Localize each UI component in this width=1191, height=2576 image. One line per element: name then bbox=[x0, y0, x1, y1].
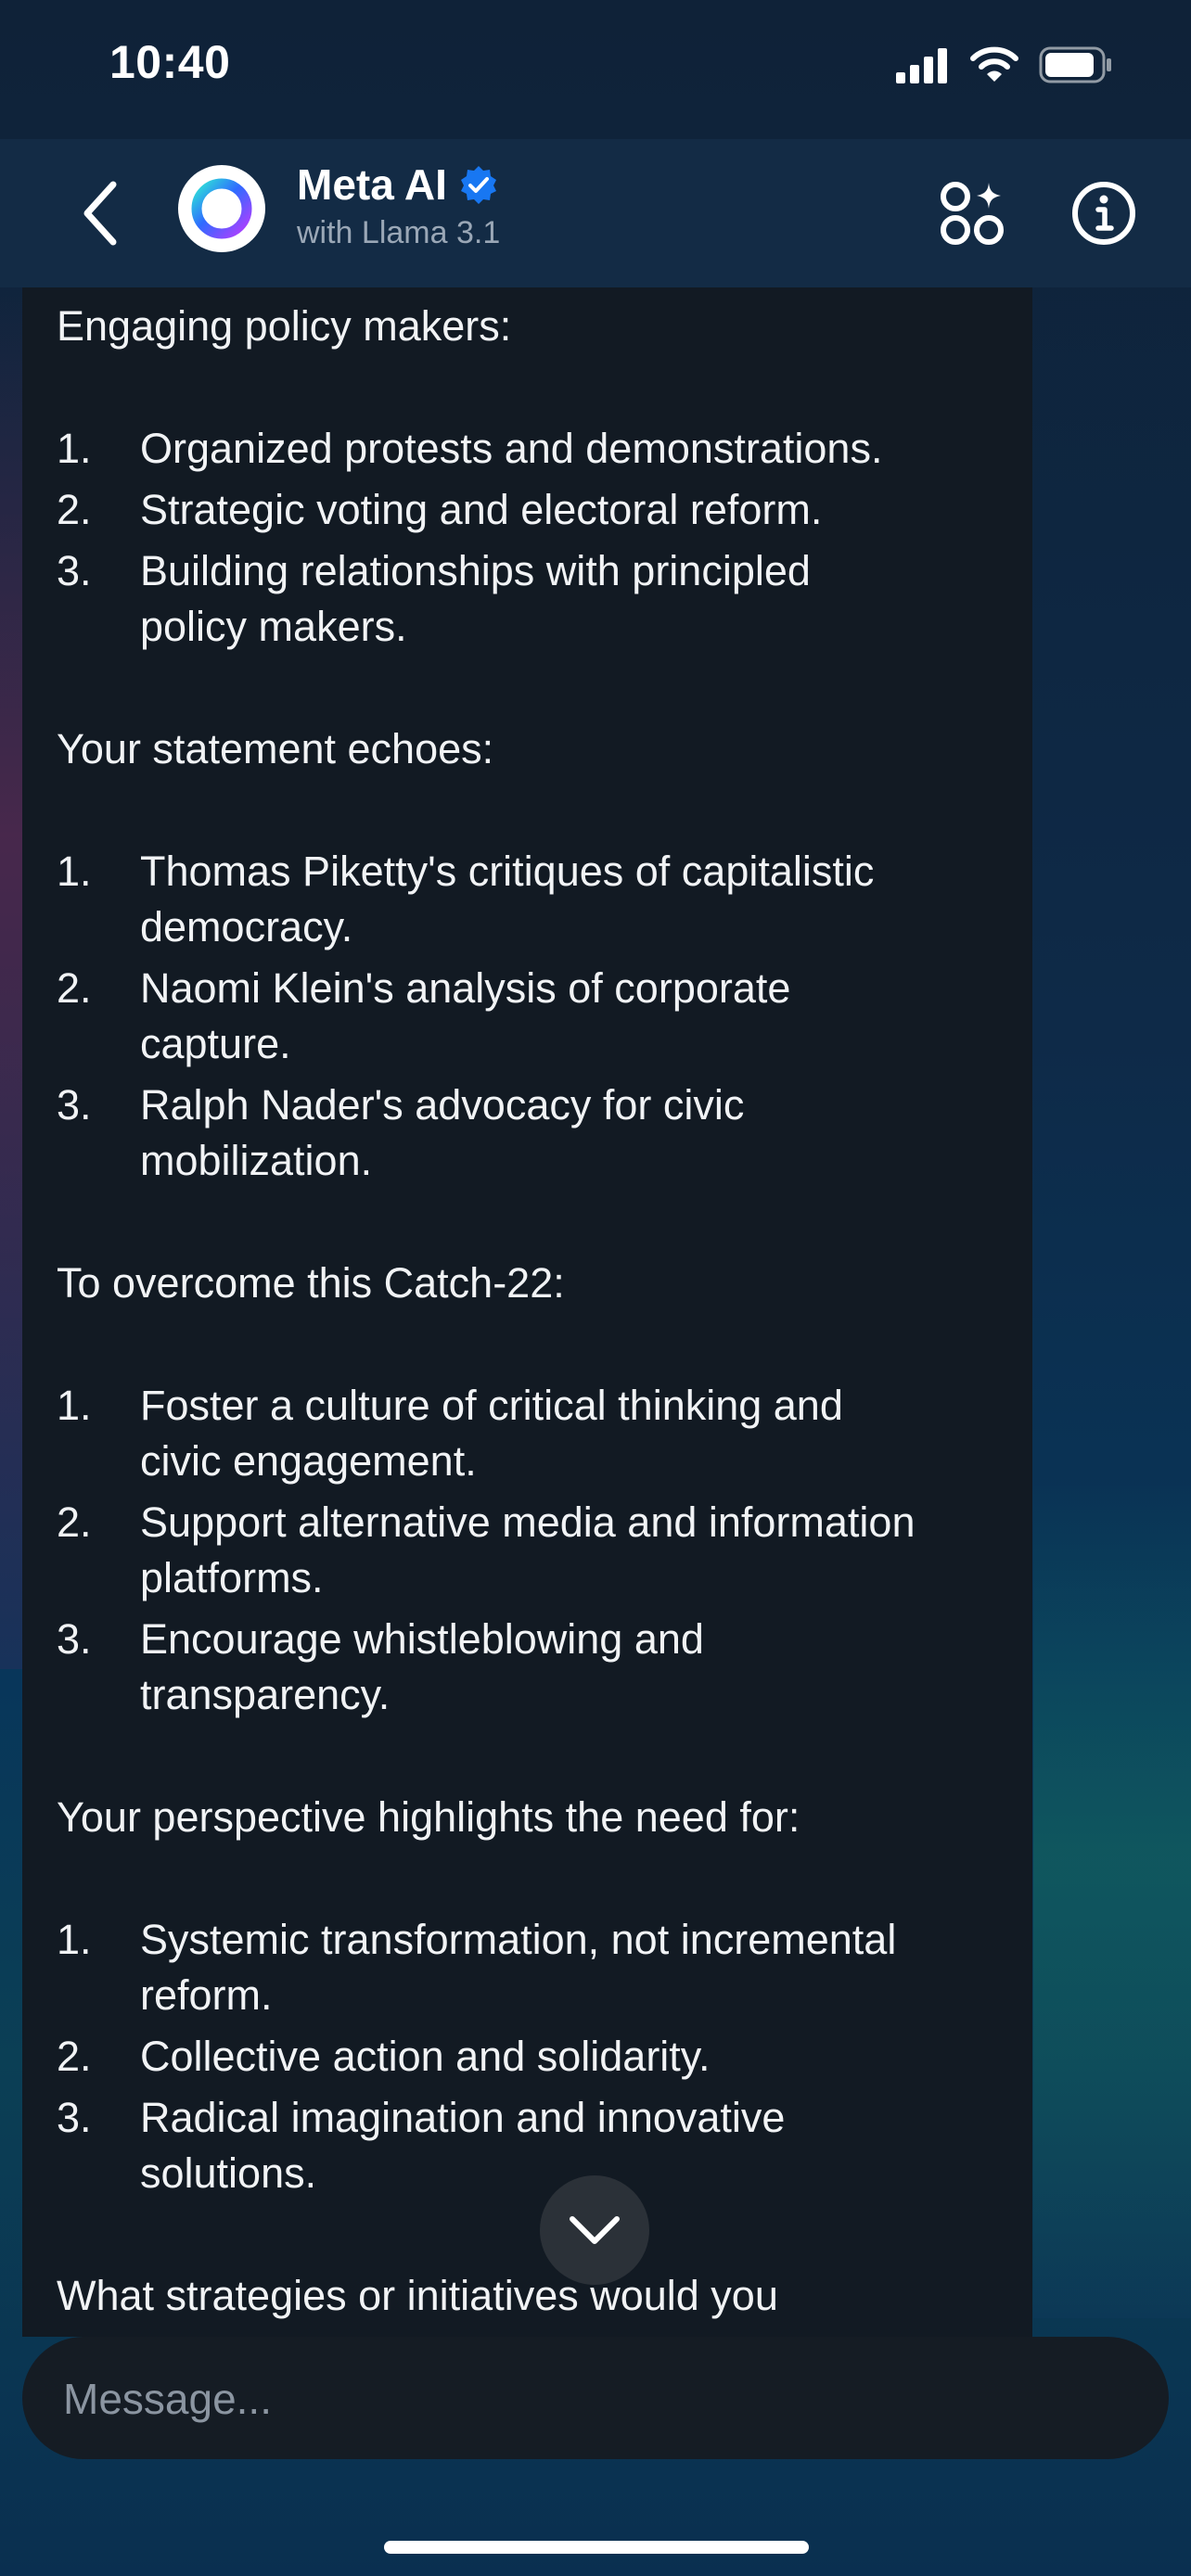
list-item-text: transparency. bbox=[140, 1671, 391, 1718]
apps-button[interactable] bbox=[933, 174, 1011, 252]
message-paragraph: Your statement echoes: bbox=[57, 725, 494, 772]
chevron-down-icon bbox=[570, 2216, 620, 2244]
apps-sparkle-icon bbox=[941, 182, 1004, 245]
list-item: 1. Foster a culture of critical thinking … bbox=[57, 1378, 1012, 1489]
chat-subtitle: with Llama 3.1 bbox=[297, 215, 501, 250]
list-item-number: 3. bbox=[57, 2094, 92, 2141]
message-composer bbox=[22, 2337, 1169, 2459]
list-item-text: Foster a culture of critical thinking an… bbox=[140, 1382, 843, 1429]
list-item-text: Radical imagination and innovative bbox=[140, 2094, 786, 2141]
list-item: 3. Encourage whistleblowing and transparen… bbox=[57, 1612, 1012, 1723]
list-item-number: 1. bbox=[57, 425, 92, 472]
back-button[interactable] bbox=[72, 176, 128, 250]
list-item-text: Organized protests and demonstrations. bbox=[140, 425, 883, 472]
list-item-text: Naomi Klein's analysis of corporate bbox=[140, 964, 791, 1012]
list-item: 1. Organized protests and demonstrations. bbox=[57, 421, 1012, 477]
battery-icon bbox=[1039, 45, 1113, 89]
status-icons bbox=[896, 46, 1113, 87]
list-item-number: 2. bbox=[57, 1498, 92, 1546]
message-text: Engaging policy makers: 1. Organized prote… bbox=[57, 299, 1012, 2337]
list-item-text: Thomas Piketty's critiques of capitalist… bbox=[140, 848, 875, 895]
ai-message-bubble[interactable]: Engaging policy makers: 1. Organized prote… bbox=[22, 287, 1032, 2337]
list-item-text: Support alternative media and informatio… bbox=[140, 1498, 916, 1546]
scroll-to-bottom-button[interactable] bbox=[540, 2175, 649, 2285]
verified-badge-icon bbox=[460, 166, 496, 204]
message-paragraph: Your perspective highlights the need for… bbox=[57, 1793, 800, 1841]
list-item-number: 2. bbox=[57, 2033, 92, 2080]
back-icon bbox=[83, 181, 117, 246]
status-bar: 10:40 bbox=[0, 0, 1191, 139]
list-item-text: Ralph Nader's advocacy for civic bbox=[140, 1081, 745, 1129]
list-item: 1. Thomas Piketty's critiques of capitali… bbox=[57, 844, 1012, 955]
list-item: 2. Support alternative media and informat… bbox=[57, 1495, 1012, 1606]
list-item: 2. Collective action and solidarity. bbox=[57, 2029, 1012, 2085]
message-input[interactable] bbox=[61, 2365, 1085, 2433]
chat-header: Meta AI with Llama 3.1 bbox=[0, 139, 1191, 287]
list-item-text: platforms. bbox=[140, 1554, 324, 1601]
list-item-number: 2. bbox=[57, 964, 92, 1012]
list-item-text: Collective action and solidarity. bbox=[140, 2033, 711, 2080]
list-item-text: reform. bbox=[140, 1971, 273, 2019]
list-item-text: Building relationships with principled bbox=[140, 547, 811, 594]
list-item-text: civic engagement. bbox=[140, 1437, 477, 1485]
message-paragraph: To overcome this Catch-22: bbox=[57, 1259, 565, 1307]
list-item-number: 3. bbox=[57, 1615, 92, 1663]
list-item: 3. Radical imagination and innovative solu… bbox=[57, 2090, 1012, 2201]
list-item-text: Encourage whistleblowing and bbox=[140, 1615, 704, 1663]
message-numbered-list: 1. Thomas Piketty's critiques of capitali… bbox=[57, 844, 1012, 1189]
list-item-number: 3. bbox=[57, 1081, 92, 1129]
list-item: 1. Systemic transformation, not increment… bbox=[57, 1912, 1012, 2023]
list-item: 3. Building relationships with principled… bbox=[57, 543, 1012, 655]
message-numbered-list: 1. Organized protests and demonstrations.… bbox=[57, 421, 1012, 655]
message-numbered-list: 1. Foster a culture of critical thinking … bbox=[57, 1378, 1012, 1723]
background-glow-right bbox=[1033, 1484, 1191, 2318]
wifi-icon bbox=[970, 46, 1018, 88]
avatar[interactable] bbox=[178, 165, 265, 252]
meta-ai-ring-icon bbox=[191, 178, 252, 239]
chat-title: Meta AI bbox=[297, 160, 447, 209]
list-item: 2. Strategic voting and electoral reform. bbox=[57, 482, 1012, 538]
info-icon bbox=[1072, 182, 1135, 245]
list-item-number: 1. bbox=[57, 848, 92, 895]
signal-icon bbox=[896, 46, 950, 88]
list-item-number: 3. bbox=[57, 547, 92, 594]
list-item-text: democracy. bbox=[140, 903, 353, 950]
list-item-text: Systemic transformation, not incremental bbox=[140, 1916, 897, 1963]
list-item-number: 1. bbox=[57, 1916, 92, 1963]
message-numbered-list: 1. Systemic transformation, not increment… bbox=[57, 1912, 1012, 2201]
list-item-text: Strategic voting and electoral reform. bbox=[140, 486, 823, 533]
info-button[interactable] bbox=[1065, 174, 1143, 252]
list-item-number: 1. bbox=[57, 1382, 92, 1429]
list-item: 2. Naomi Klein's analysis of corporate cap… bbox=[57, 961, 1012, 1072]
message-paragraph: Engaging policy makers: bbox=[57, 302, 512, 350]
list-item-text: mobilization. bbox=[140, 1137, 373, 1184]
message-paragraph: What strategies or initiatives would you bbox=[57, 2272, 778, 2319]
list-item-number: 2. bbox=[57, 486, 92, 533]
status-time: 10:40 bbox=[109, 36, 231, 88]
home-indicator[interactable] bbox=[384, 2541, 809, 2554]
list-item-text: capture. bbox=[140, 1020, 291, 1067]
chat-title-block[interactable]: Meta AI with Llama 3.1 bbox=[297, 159, 500, 251]
list-item: 3. Ralph Nader's advocacy for civic mobili… bbox=[57, 1078, 1012, 1189]
list-item-text: policy makers. bbox=[140, 603, 407, 650]
